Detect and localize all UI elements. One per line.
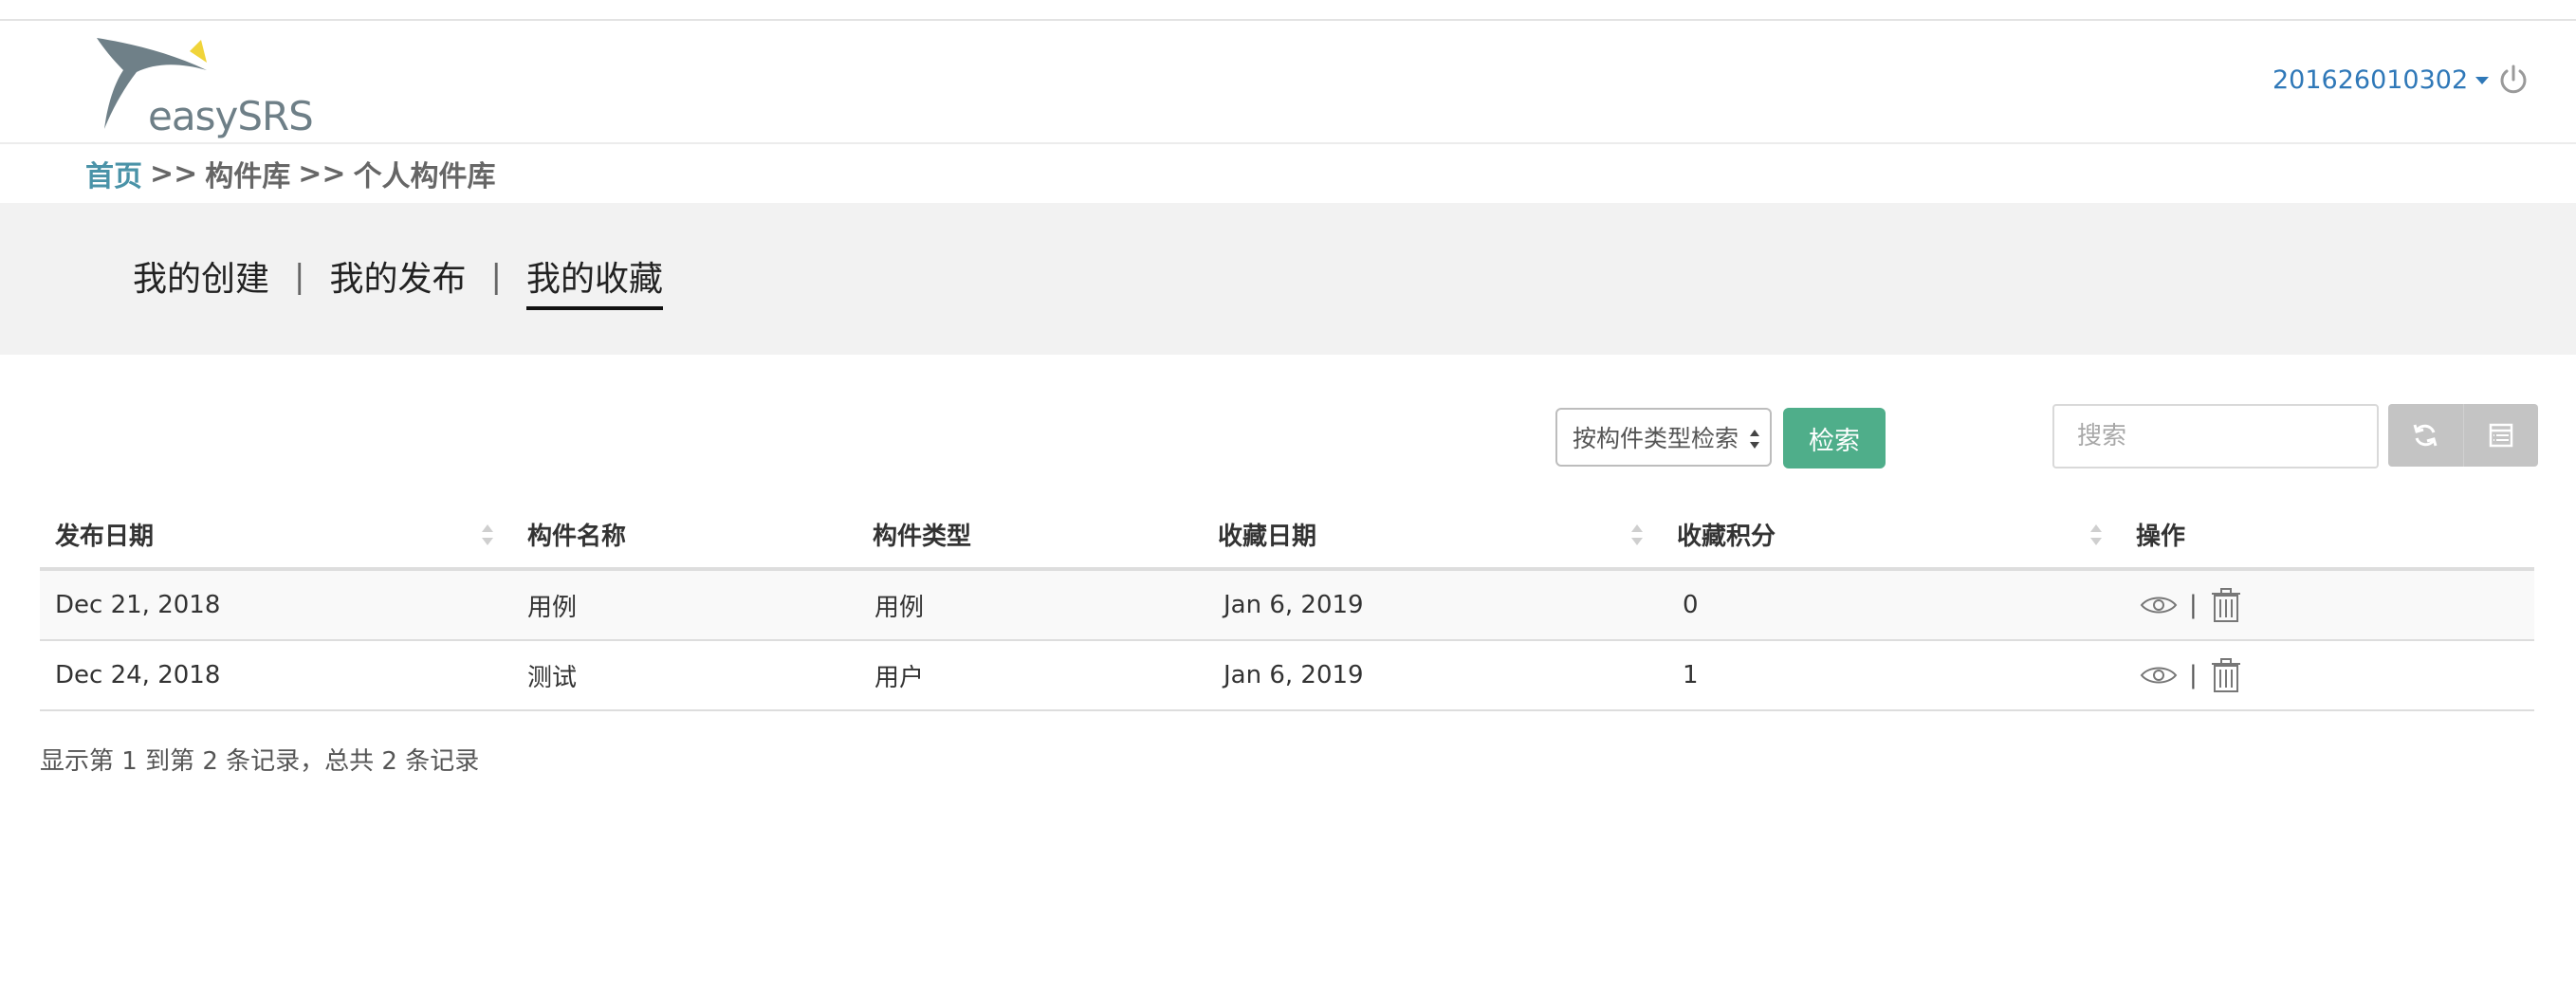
cell-favorite-points: 0 [1683,591,1699,619]
columns-button[interactable] [2463,404,2538,467]
tab-bar: 我的创建 | 我的发布 | 我的收藏 [133,256,663,310]
top-rule [0,0,2576,21]
column-header-publish-date[interactable]: 发布日期 [55,501,154,567]
breadcrumb-home[interactable]: 首页 [85,153,142,194]
refresh-icon [2413,424,2438,447]
pagination-info: 显示第 1 到第 2 条记录，总共 2 条记录 [40,747,480,776]
cell-component-type: 用例 [874,593,925,622]
eye-icon[interactable] [2140,593,2178,617]
tab-my-favorites[interactable]: 我的收藏 [525,251,663,310]
sort-icon[interactable] [480,522,495,548]
type-filter-select-value: 按构件类型检索 [1573,425,1739,452]
column-header-label: 发布日期 [55,522,155,551]
column-header-favorite-date[interactable]: 收藏日期 [1218,501,1316,567]
logo-text: easySRS [148,93,314,139]
eye-icon[interactable] [2140,663,2178,688]
cell-publish-date: Dec 24, 2018 [55,661,221,689]
sort-icon[interactable] [2088,522,2104,548]
table-header: 发布日期 构件名称 构件类型 收藏日期 收藏积分 操作 [40,501,2534,571]
type-filter-select[interactable]: 按构件类型检索 [1555,408,1772,467]
trash-icon[interactable] [2209,657,2243,693]
cell-favorite-date: Jan 6, 2019 [1224,661,1364,689]
cell-component-name: 用例 [527,593,578,622]
breadcrumb: 首页 >> 构件库 >> 个人构件库 [85,152,496,195]
tab-band: 我的创建 | 我的发布 | 我的收藏 [0,203,2576,355]
column-header-label: 操作 [2136,522,2186,551]
row-actions: | [2140,641,2243,709]
column-header-component-name[interactable]: 构件名称 [527,501,626,567]
breadcrumb-level2: 个人构件库 [353,160,496,193]
breadcrumb-separator: >> [150,156,198,191]
tab-divider: | [294,258,305,296]
cell-publish-date: Dec 21, 2018 [55,591,221,619]
sort-icon[interactable] [1629,522,1645,548]
column-header-label: 构件名称 [527,522,627,551]
cell-favorite-date: Jan 6, 2019 [1224,591,1364,619]
column-header-label: 收藏日期 [1218,522,1317,551]
column-header-label: 收藏积分 [1677,522,1776,551]
user-menu[interactable]: 201626010302 [2272,61,2490,99]
cell-component-name: 测试 [527,663,578,692]
column-header-favorite-points[interactable]: 收藏积分 [1677,501,1776,567]
columns-list-icon [2489,423,2512,448]
column-header-actions: 操作 [2136,501,2185,567]
caret-down-icon [2475,77,2490,84]
table-row: Dec 21, 2018 用例 用例 Jan 6, 2019 0 | [40,571,2534,641]
column-header-label: 构件类型 [873,522,972,551]
power-icon[interactable] [2496,63,2530,97]
user-name[interactable]: 201626010302 [2272,65,2468,95]
tab-divider: | [490,258,502,296]
search-button[interactable]: 检索 [1783,408,1886,468]
cell-component-type: 用户 [874,663,925,692]
breadcrumb-separator: >> [298,156,346,191]
table-row: Dec 24, 2018 测试 用户 Jan 6, 2019 1 | [40,641,2534,711]
search-input[interactable] [2052,404,2379,468]
table-toolbar-buttons [2388,404,2538,467]
action-divider: | [2189,661,2198,689]
refresh-button[interactable] [2388,404,2464,467]
cell-favorite-points: 1 [1683,661,1699,689]
column-header-component-type[interactable]: 构件类型 [873,501,971,567]
trash-icon[interactable] [2209,587,2243,623]
select-arrows-icon [1750,430,1759,449]
tab-my-published[interactable]: 我的发布 [329,251,466,310]
logo[interactable]: easySRS [95,34,314,148]
row-actions: | [2140,571,2243,639]
action-divider: | [2189,591,2198,619]
tab-my-created[interactable]: 我的创建 [133,251,269,310]
header: easySRS 201626010302 [0,21,2576,144]
favorites-table: 发布日期 构件名称 构件类型 收藏日期 收藏积分 操作 Dec 21, 2018… [40,501,2534,711]
breadcrumb-level1[interactable]: 构件库 [205,153,290,194]
